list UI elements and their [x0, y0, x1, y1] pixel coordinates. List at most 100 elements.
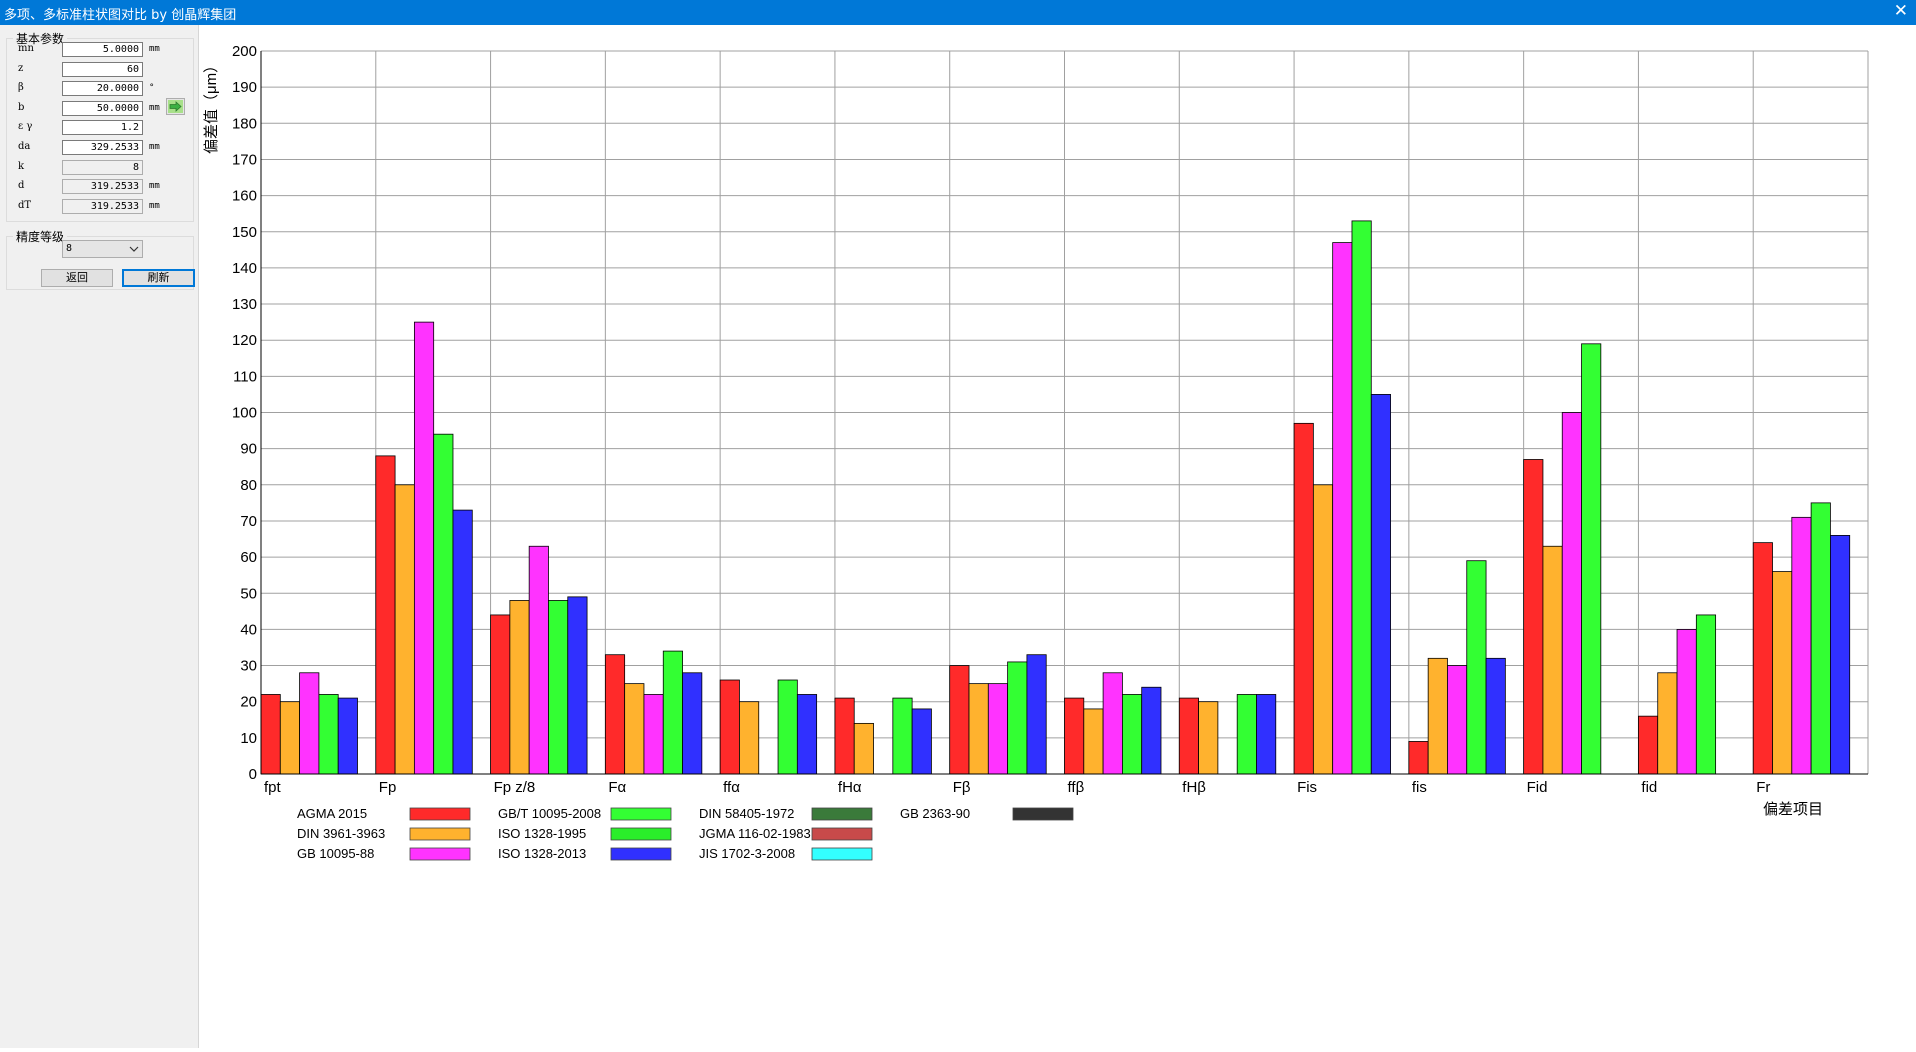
bar — [1581, 343, 1602, 775]
y-tick-label: 20 — [240, 694, 257, 711]
bar — [1236, 694, 1257, 775]
y-tick-label: 150 — [232, 224, 257, 241]
close-icon[interactable]: ✕ — [1894, 1, 1908, 21]
y-tick-label: 160 — [232, 188, 257, 205]
param-label: dT — [18, 200, 32, 211]
bar — [394, 484, 415, 775]
bar — [509, 600, 530, 775]
x-tick-label: fpt — [264, 779, 282, 796]
bar — [1466, 560, 1487, 775]
bar — [911, 708, 932, 775]
legend-swatch — [409, 827, 471, 841]
legend-swatch — [409, 807, 471, 821]
legend-swatch — [610, 847, 672, 861]
x-tick-label: Fid — [1527, 779, 1548, 796]
legend-swatch — [610, 807, 672, 821]
legend-label: DIN 58405-1972 — [699, 806, 794, 821]
back-button[interactable]: 返回 — [41, 269, 113, 287]
legend-swatch — [811, 827, 873, 841]
bar — [1752, 542, 1773, 775]
bar — [1141, 686, 1162, 775]
param-input[interactable]: 8 — [62, 160, 143, 175]
bar — [318, 694, 339, 775]
param-input[interactable]: 50.0000 — [62, 101, 143, 116]
param-label: da — [18, 141, 31, 152]
param-unit: mm — [149, 103, 160, 113]
bar — [682, 672, 703, 775]
chevron-down-icon — [129, 241, 139, 263]
axes: 0 10 20 30 40 50 60 70 80 90 100 110 120 130 140 150 160… — [232, 43, 1868, 796]
bar — [1293, 422, 1314, 775]
param-input[interactable]: 5.0000 — [62, 42, 143, 57]
x-tick-label: fis — [1412, 779, 1427, 796]
legend: AGMA 2015 DIN 3961-3963 GB 10095-88 GB/T 10… — [297, 806, 1074, 861]
param-input[interactable]: 319.2533 — [62, 199, 143, 214]
parameter-panel: 基本参数 mn 5.0000 mm z 60 β 20.0000 ° b 50.0000 mm ε γ… — [0, 25, 199, 1048]
bar — [949, 665, 970, 775]
x-tick-label: Fα — [608, 779, 626, 796]
legend-label: DIN 3961-3963 — [297, 826, 385, 841]
y-tick-label: 0 — [249, 766, 257, 783]
param-input[interactable]: 20.0000 — [62, 81, 143, 96]
bar — [375, 455, 396, 775]
y-tick-label: 120 — [232, 332, 257, 349]
param-input[interactable]: 1.2 — [62, 120, 143, 135]
bar — [1408, 741, 1429, 775]
bar — [1178, 697, 1199, 775]
bar — [299, 672, 320, 775]
param-label: ε γ — [18, 121, 33, 132]
param-unit: mm — [149, 44, 160, 54]
param-label: mn — [18, 43, 34, 54]
bar — [1083, 708, 1104, 775]
y-tick-label: 60 — [240, 549, 257, 566]
bar — [1830, 535, 1851, 775]
bar — [604, 654, 626, 775]
param-label: z — [18, 63, 24, 74]
bar — [1064, 697, 1085, 775]
y-tick-label: 40 — [240, 621, 257, 638]
param-input[interactable]: 329.2533 — [62, 140, 143, 155]
legend-label: AGMA 2015 — [297, 806, 367, 821]
bar — [413, 321, 435, 775]
y-tick-label: 170 — [232, 151, 257, 168]
bar — [279, 701, 301, 775]
bar — [643, 694, 664, 775]
bar — [567, 596, 588, 775]
y-tick-label: 100 — [232, 405, 257, 422]
precision-select[interactable]: 8 — [62, 240, 143, 258]
bar — [1657, 672, 1678, 775]
bar — [1312, 484, 1334, 775]
y-tick-label: 90 — [240, 441, 257, 458]
bar — [528, 545, 549, 775]
calculate-button[interactable] — [166, 98, 185, 115]
x-tick-label: Fr — [1756, 779, 1770, 796]
bar — [987, 683, 1009, 775]
title-bar: 多项、多标准柱状图对比 by 创晶辉集团 ✕ — [0, 0, 1916, 25]
param-unit: ° — [149, 83, 155, 93]
param-input[interactable]: 60 — [62, 62, 143, 77]
y-tick-label: 50 — [240, 585, 257, 602]
x-tick-label: ffα — [723, 779, 740, 796]
precision-title: 精度等级 — [13, 228, 68, 245]
x-tick-label: ffβ — [1068, 779, 1085, 796]
legend-label: GB/T 10095-2008 — [498, 806, 601, 821]
legend-label: GB 2363-90 — [900, 806, 970, 821]
bar — [1427, 657, 1448, 775]
param-label: d — [18, 180, 25, 191]
bar — [1485, 657, 1506, 775]
bar — [433, 433, 454, 775]
y-tick-label: 140 — [232, 260, 257, 277]
x-tick-label: Fp — [379, 779, 397, 796]
param-input[interactable]: 319.2533 — [62, 179, 143, 194]
bar — [490, 614, 511, 775]
bar — [1198, 701, 1219, 775]
legend-label: ISO 1328-2013 — [498, 846, 586, 861]
legend-label: JIS 1702-3-2008 — [699, 846, 795, 861]
y-tick-label: 70 — [240, 513, 257, 530]
refresh-button[interactable]: 刷新 — [122, 269, 195, 287]
bar — [1102, 672, 1123, 775]
param-label: β — [18, 82, 24, 93]
x-tick-label: Fβ — [953, 779, 971, 796]
bar — [1810, 502, 1831, 775]
bar — [1695, 614, 1717, 775]
